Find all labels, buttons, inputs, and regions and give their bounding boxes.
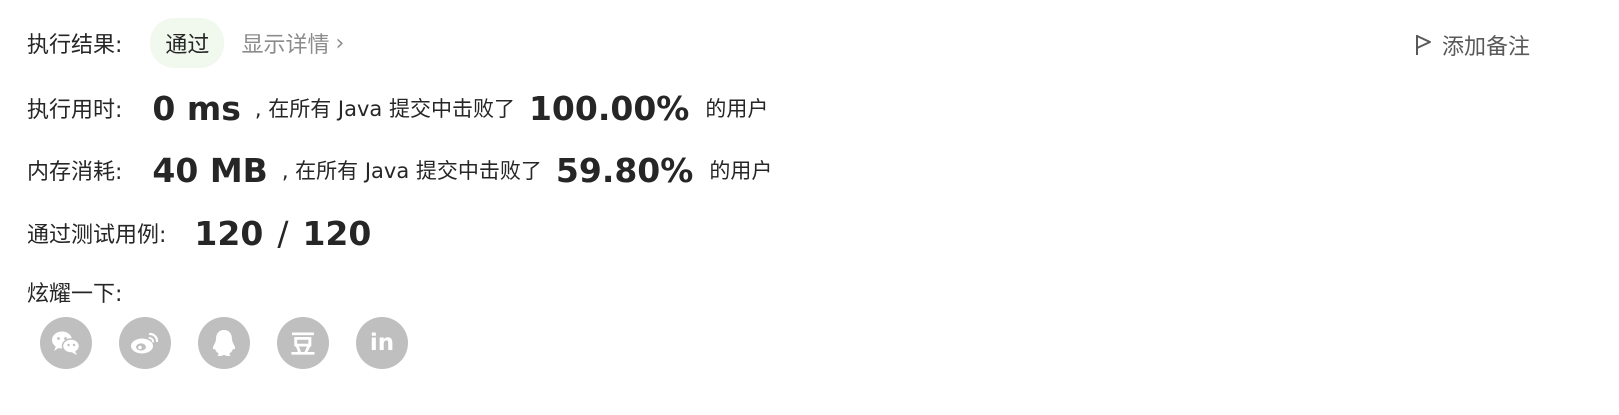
add-note-button[interactable]: 添加备注 bbox=[1415, 29, 1530, 61]
memory-label: 内存消耗: bbox=[27, 160, 123, 185]
memory-value: 40 MB bbox=[152, 150, 268, 190]
testcases-total: 120 bbox=[302, 213, 372, 253]
memory-percent: 59.80% bbox=[555, 150, 694, 190]
runtime-suffix: 的用户 bbox=[705, 97, 769, 121]
linkedin-icon: in bbox=[369, 330, 395, 356]
status-badge: 通过 bbox=[150, 18, 225, 68]
add-note-label: 添加备注 bbox=[1441, 35, 1530, 60]
wechat-icon bbox=[52, 331, 81, 355]
share-douban-button[interactable]: 豆 bbox=[277, 317, 329, 369]
share-qq-button[interactable] bbox=[198, 317, 250, 369]
share-wechat-button[interactable] bbox=[40, 317, 92, 369]
testcases-label: 通过测试用例: bbox=[27, 223, 167, 248]
result-row: 执行结果: 通过 显示详情 › bbox=[27, 18, 344, 68]
share-weibo-button[interactable] bbox=[119, 317, 171, 369]
flag-icon bbox=[1415, 35, 1431, 55]
share-label: 炫耀一下: bbox=[27, 282, 123, 307]
runtime-label: 执行用时: bbox=[27, 98, 123, 123]
show-details-link[interactable]: 显示详情 › bbox=[241, 27, 344, 59]
memory-suffix: 的用户 bbox=[709, 159, 773, 183]
testcases-passed: 120 bbox=[194, 213, 264, 253]
qq-icon bbox=[212, 330, 236, 356]
result-label: 执行结果: bbox=[27, 33, 123, 58]
chevron-right-icon: › bbox=[335, 30, 345, 56]
runtime-beat-text: , 在所有 Java 提交中击败了 bbox=[254, 97, 515, 121]
show-details-label: 显示详情 bbox=[241, 33, 330, 58]
runtime-row: 执行用时: 0 ms , 在所有 Java 提交中击败了 100.00% 的用户 bbox=[27, 86, 768, 130]
runtime-percent: 100.00% bbox=[528, 88, 690, 128]
runtime-value: 0 ms bbox=[152, 88, 241, 128]
testcases-row: 通过测试用例: 120 / 120 bbox=[27, 211, 371, 255]
weibo-icon bbox=[131, 332, 159, 354]
share-buttons: 豆 in bbox=[40, 317, 435, 369]
douban-icon: 豆 bbox=[290, 330, 316, 359]
share-linkedin-button[interactable]: in bbox=[356, 317, 408, 369]
share-row: 炫耀一下: bbox=[27, 276, 122, 308]
memory-beat-text: , 在所有 Java 提交中击败了 bbox=[281, 159, 542, 183]
testcases-separator: / bbox=[277, 213, 289, 253]
memory-row: 内存消耗: 40 MB , 在所有 Java 提交中击败了 59.80% 的用户 bbox=[27, 148, 772, 192]
